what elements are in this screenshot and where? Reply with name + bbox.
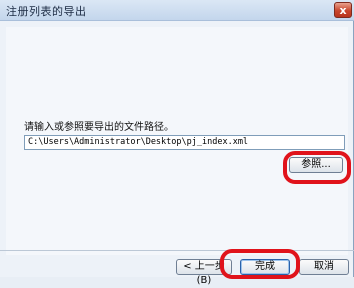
footer-divider	[0, 250, 354, 251]
window-title: 注册列表的导出	[6, 5, 87, 18]
browse-highlight-annotation	[283, 151, 351, 184]
title-bar[interactable]: 注册列表的导出 x	[0, 0, 354, 21]
file-path-input[interactable]: C:\Users\Administrator\Desktop\pj_index.…	[24, 135, 345, 150]
export-dialog: 注册列表的导出 x 请输入或参照要导出的文件路径。 C:\Users\Admin…	[0, 0, 354, 286]
cancel-button[interactable]: 取消	[299, 259, 349, 275]
finish-highlight-annotation	[220, 249, 300, 279]
path-prompt-label: 请输入或参照要导出的文件路径。	[24, 122, 174, 133]
close-button[interactable]: x	[334, 2, 352, 18]
